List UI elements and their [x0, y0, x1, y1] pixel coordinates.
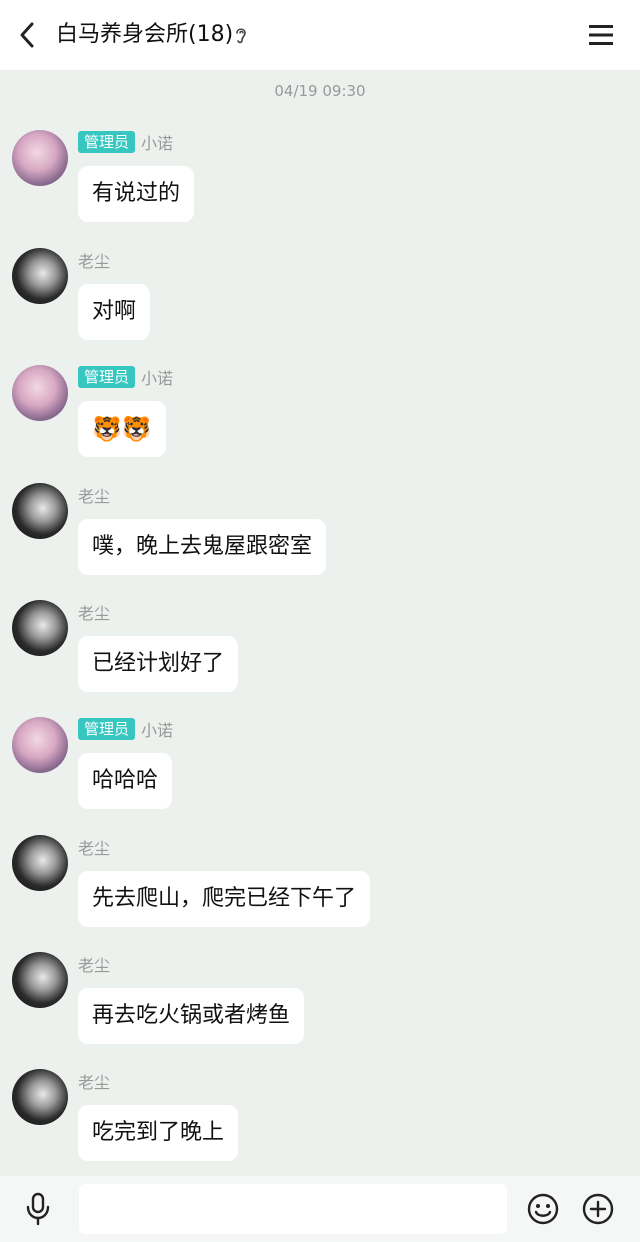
- message-bubble[interactable]: 先去爬山，爬完已经下午了: [78, 871, 371, 927]
- avatar[interactable]: [12, 130, 68, 186]
- sender-name: 小诺: [141, 721, 174, 740]
- sender-name: 老尘: [78, 487, 111, 506]
- sender-meta: 管理员 小诺: [78, 365, 173, 389]
- admin-badge: 管理员: [78, 366, 136, 388]
- message-bubble[interactable]: 噗，晚上去鬼屋跟密室: [78, 519, 327, 575]
- sender-name: 老尘: [78, 252, 111, 271]
- avatar[interactable]: [12, 248, 68, 304]
- admin-badge: 管理员: [78, 131, 136, 153]
- sender-meta: 老尘: [78, 835, 110, 859]
- message-bubble[interactable]: 哈哈哈: [78, 753, 173, 809]
- sender-meta: 老尘: [78, 952, 110, 976]
- sender-name: 老尘: [78, 839, 111, 858]
- message-bubble[interactable]: 对啊: [78, 284, 151, 340]
- message-bubble[interactable]: 已经计划好了: [78, 636, 239, 692]
- ear-icon[interactable]: [233, 25, 249, 45]
- admin-badge: 管理员: [78, 718, 136, 740]
- back-arrow-icon[interactable]: [14, 20, 42, 50]
- emoji-icon[interactable]: [526, 1192, 560, 1226]
- avatar[interactable]: [12, 952, 68, 1008]
- sender-name: 小诺: [141, 369, 174, 388]
- message-bubble[interactable]: 吃完到了晚上: [78, 1105, 239, 1161]
- plus-icon[interactable]: [581, 1192, 615, 1226]
- sender-meta: 老尘: [78, 248, 110, 272]
- sender-name: 老尘: [78, 604, 111, 623]
- avatar[interactable]: [12, 835, 68, 891]
- chat-title[interactable]: 白马养身会所(18): [56, 19, 233, 51]
- menu-icon[interactable]: [586, 20, 616, 50]
- input-bar: [0, 1176, 640, 1242]
- avatar[interactable]: [12, 600, 68, 656]
- message-bubble[interactable]: 🐯🐯: [78, 401, 166, 457]
- avatar[interactable]: [12, 1069, 68, 1125]
- sender-name: 小诺: [141, 134, 174, 153]
- sender-name: 老尘: [78, 956, 111, 975]
- avatar[interactable]: [12, 717, 68, 773]
- sender-meta: 老尘: [78, 483, 110, 507]
- chat-header: 白马养身会所(18): [0, 0, 640, 70]
- avatar[interactable]: [12, 483, 68, 539]
- sender-name: 老尘: [78, 1073, 111, 1092]
- message-timestamp: 04/19 09:30: [274, 82, 366, 100]
- message-input[interactable]: [79, 1184, 507, 1234]
- sender-meta: 管理员 小诺: [78, 130, 173, 154]
- message-bubble[interactable]: 有说过的: [78, 166, 195, 222]
- message-bubble[interactable]: 再去吃火锅或者烤鱼: [78, 988, 305, 1044]
- sender-meta: 老尘: [78, 600, 110, 624]
- avatar[interactable]: [12, 365, 68, 421]
- microphone-icon[interactable]: [24, 1192, 52, 1226]
- sender-meta: 老尘: [78, 1069, 110, 1093]
- sender-meta: 管理员 小诺: [78, 717, 173, 741]
